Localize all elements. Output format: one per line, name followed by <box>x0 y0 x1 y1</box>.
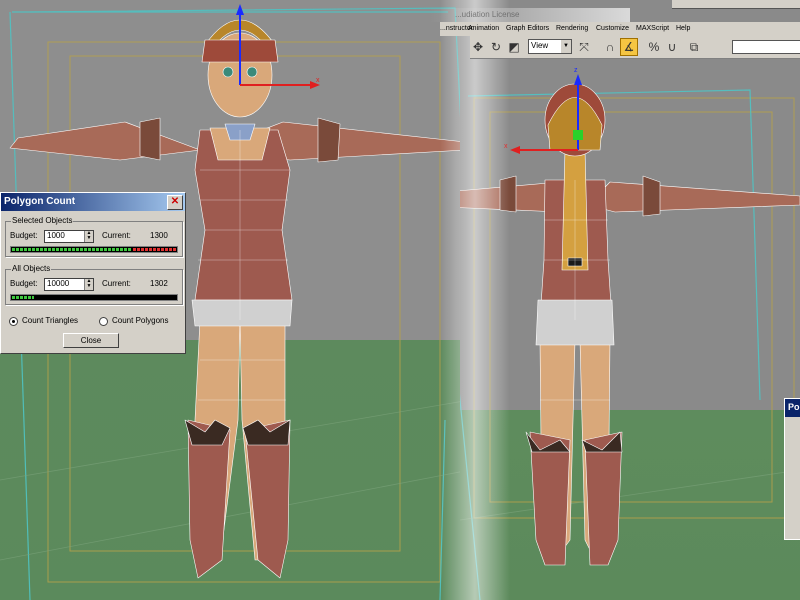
menu-item-graph-editors[interactable]: Graph Editors <box>506 25 549 32</box>
dialog-title: Polygon Count <box>4 196 76 207</box>
count-triangles-radio[interactable] <box>9 317 18 326</box>
all-current-value: 1302 <box>150 279 168 288</box>
selected-current-value: 1300 <box>150 231 168 240</box>
close-icon[interactable]: ✕ <box>167 195 183 210</box>
selected-budget-value: 1000 <box>47 231 65 240</box>
snap-3-icon[interactable]: ∩ <box>602 39 618 55</box>
selected-polygon-meter <box>10 246 178 253</box>
dialog-title-bar-duplicate[interactable]: Po <box>785 399 800 417</box>
spinner-snap-icon[interactable]: ∪ <box>664 39 680 55</box>
selected-objects-label: Selected Objects <box>11 216 74 225</box>
mirror-icon[interactable]: ⤧ <box>576 39 592 55</box>
count-triangles-label: Count Triangles <box>22 316 79 325</box>
reference-coordinate-value: View <box>531 41 549 50</box>
count-polygons-radio[interactable] <box>99 317 108 326</box>
all-budget-value: 10000 <box>47 279 70 288</box>
scale-icon[interactable]: ◩ <box>506 39 522 55</box>
image-blend-overlay <box>440 0 510 600</box>
count-polygons-label: Count Polygons <box>112 316 169 325</box>
gizmo-x-label: x <box>316 77 320 84</box>
all-current-label: Current: <box>102 279 131 288</box>
menu-item-animation[interactable]: Animation <box>468 25 499 32</box>
spinner-arrows-icon[interactable]: ▲ ▼ <box>84 279 93 290</box>
back-viewport[interactable]: x z <box>460 0 800 600</box>
selected-meter-over <box>133 248 176 251</box>
dialog-title-bar[interactable]: Polygon Count ✕ <box>1 193 185 211</box>
selected-budget-label: Budget: <box>10 231 38 240</box>
select-move-icon[interactable]: ✥ <box>470 39 486 55</box>
rotate-icon[interactable]: ↻ <box>488 39 504 55</box>
window-title: ...udiation License <box>455 10 520 19</box>
all-budget-label: Budget: <box>10 279 38 288</box>
reference-coordinate-select[interactable]: View ▼ <box>528 39 572 54</box>
menu-item-maxscript[interactable]: MAXScript <box>636 25 669 32</box>
spinner-arrows-icon[interactable]: ▲ ▼ <box>84 231 93 242</box>
close-button[interactable]: Close <box>63 333 119 348</box>
character-back-mesh <box>460 83 800 566</box>
edit-named-selections-icon[interactable]: ⧉ <box>686 39 702 55</box>
selected-budget-spinner[interactable]: 1000 ▲ ▼ <box>44 230 94 243</box>
window-title-bar: ...udiation License <box>430 8 630 22</box>
selected-objects-group: Selected Objects Budget: 1000 ▲ ▼ Current… <box>5 216 183 257</box>
all-objects-label: All Objects <box>11 264 52 273</box>
polygon-count-dialog: Polygon Count ✕ Selected Objects Budget:… <box>0 192 186 354</box>
all-polygon-meter <box>10 294 178 301</box>
percent-snap-icon[interactable]: % <box>646 39 662 55</box>
menu-bar: ...nstructor Animation Graph Editors Ren… <box>440 22 800 36</box>
menu-item-rendering[interactable]: Rendering <box>556 25 588 32</box>
menu-item-customize[interactable]: Customize <box>596 25 629 32</box>
gizmo-z-label-back: z <box>574 67 578 74</box>
background-window-edge <box>672 0 800 9</box>
angle-snap-icon[interactable]: ∡ <box>620 38 638 56</box>
selected-current-label: Current: <box>102 231 131 240</box>
chevron-down-icon[interactable]: ▼ <box>561 40 571 53</box>
all-objects-group: All Objects Budget: 10000 ▲ ▼ Current: 13… <box>5 264 183 305</box>
back-viewport-scene: x z <box>460 67 800 600</box>
polygon-count-dialog-duplicate: Po <box>784 398 800 540</box>
all-budget-spinner[interactable]: 10000 ▲ ▼ <box>44 278 94 291</box>
named-selection-field[interactable] <box>732 40 800 54</box>
menu-item-help[interactable]: Help <box>676 25 690 32</box>
dialog-title-duplicate: Po <box>788 402 800 412</box>
all-meter-fill <box>12 296 34 299</box>
selected-meter-fill <box>12 248 132 251</box>
